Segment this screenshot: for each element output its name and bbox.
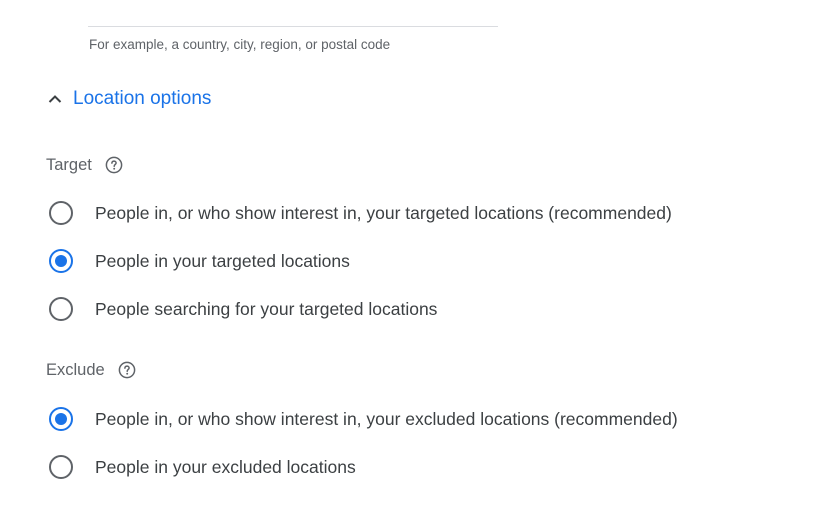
location-input-hint: For example, a country, city, region, or… [89,37,391,52]
exclude-title: Exclude [46,360,105,379]
radio-unselected-icon[interactable] [48,296,74,322]
location-options-label: Location options [73,88,212,109]
target-option-label: People in, or who show interest in, your… [95,202,672,223]
location-input-underline [88,26,498,27]
help-circle-icon[interactable] [117,360,137,380]
chevron-up-icon [46,90,64,108]
target-option-label: People searching for your targeted locat… [95,298,438,319]
target-option-presence[interactable]: People in your targeted locations [48,246,350,276]
exclude-option-label: People in, or who show interest in, your… [95,408,678,429]
exclude-section-title: Exclude [46,359,137,381]
exclude-option-label: People in your excluded locations [95,456,356,477]
help-circle-icon[interactable] [104,155,124,175]
location-options-toggle[interactable]: Location options [46,86,211,112]
target-section-title: Target [46,154,124,176]
radio-unselected-icon[interactable] [48,454,74,480]
target-option-search[interactable]: People searching for your targeted locat… [48,294,437,324]
target-option-interest[interactable]: People in, or who show interest in, your… [48,198,672,228]
radio-selected-icon[interactable] [48,406,74,432]
exclude-option-presence[interactable]: People in your excluded locations [48,452,356,482]
target-title: Target [46,155,92,174]
exclude-option-interest[interactable]: People in, or who show interest in, your… [48,404,678,434]
target-option-label: People in your targeted locations [95,250,350,271]
radio-selected-icon[interactable] [48,248,74,274]
radio-unselected-icon[interactable] [48,200,74,226]
